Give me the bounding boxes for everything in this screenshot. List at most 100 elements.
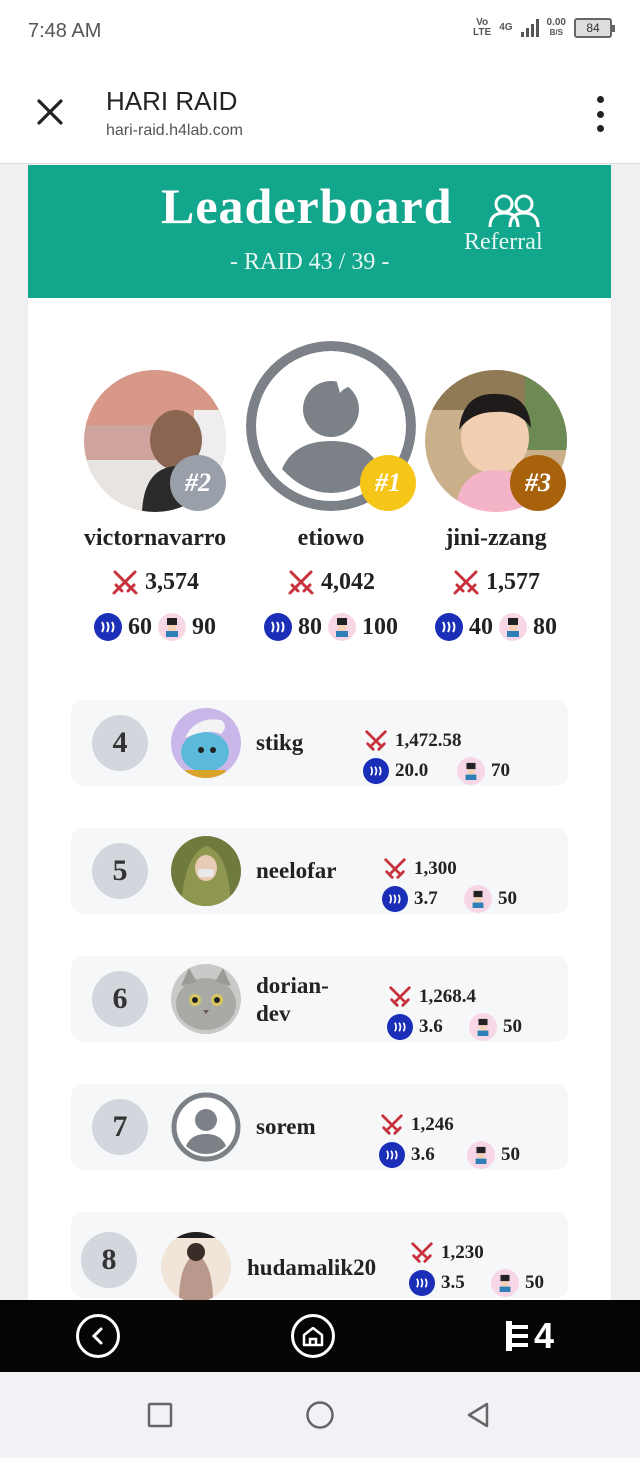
- h4-logo[interactable]: 4: [506, 1318, 554, 1354]
- avatar[interactable]: [171, 836, 241, 906]
- raid-subtitle: - RAID 43 / 39 -: [230, 249, 390, 275]
- podium-rewards: 80 100: [241, 613, 421, 641]
- volte-indicator: Vo LTE: [473, 18, 491, 38]
- status-time: 7:48 AM: [28, 20, 102, 42]
- row-rewards: 3.6 50: [387, 1013, 522, 1041]
- app-bottom-bar: 4: [0, 1300, 640, 1372]
- signal-icon: [520, 19, 539, 37]
- page-title: HARI RAID: [106, 86, 238, 116]
- browser-toolbar: HARI RAID hari-raid.h4lab.com: [0, 64, 640, 164]
- leaderboard-row[interactable]: 6 dorian- dev 1,268.4 3.6 50: [71, 956, 568, 1042]
- avatar[interactable]: [171, 708, 241, 778]
- leaderboard-banner: Leaderboard - RAID 43 / 39 - Referral: [28, 165, 611, 298]
- recent-apps-button[interactable]: [145, 1400, 175, 1430]
- volte-bottom: LTE: [473, 27, 492, 38]
- sword-icon: [112, 570, 138, 595]
- podium-name[interactable]: etiowo: [241, 525, 421, 552]
- referral-people-icon: [488, 194, 540, 228]
- podium-name[interactable]: victornavarro: [65, 525, 245, 552]
- pet-icon: [467, 1141, 495, 1169]
- podium-rewards: 40 80: [406, 613, 586, 641]
- sword-icon: [389, 986, 411, 1007]
- pet-icon: [491, 1269, 519, 1297]
- steem-value: 3.6: [411, 1144, 435, 1165]
- battery-icon: 84: [574, 18, 615, 38]
- web-content[interactable]: Leaderboard - RAID 43 / 39 - Referral #2…: [0, 165, 640, 1300]
- podium-score: 4,042: [241, 568, 421, 596]
- avatar[interactable]: [161, 1232, 231, 1300]
- steem-value: 40: [469, 613, 493, 640]
- recent-apps-icon: [147, 1402, 173, 1428]
- player-name[interactable]: hudamalik20: [247, 1254, 376, 1282]
- referral-label: Referral: [464, 229, 543, 255]
- score-value: 1,577: [486, 568, 540, 595]
- system-back-button[interactable]: [463, 1400, 493, 1430]
- avatar[interactable]: [171, 1092, 241, 1162]
- sword-icon: [288, 570, 314, 595]
- more-options-button[interactable]: [592, 96, 608, 132]
- system-back-icon: [467, 1402, 489, 1428]
- player-name-line1: dorian-: [256, 973, 329, 998]
- back-button[interactable]: [76, 1314, 120, 1358]
- pet-icon: [469, 1013, 497, 1041]
- sword-icon: [381, 1114, 403, 1135]
- page-url: hari-raid.h4lab.com: [106, 122, 243, 139]
- avatar[interactable]: [171, 964, 241, 1034]
- player-name[interactable]: dorian- dev: [256, 972, 329, 1028]
- player-name-line2: dev: [256, 1001, 291, 1026]
- screen: 7:48 AM Vo LTE 4G 0.00 B/S 84 HARI RAID …: [0, 0, 640, 1458]
- rank-number: 4: [92, 715, 148, 771]
- back-icon: [91, 1327, 103, 1345]
- player-name[interactable]: neelofar: [256, 857, 336, 885]
- sword-icon: [411, 1242, 433, 1263]
- player-name[interactable]: sorem: [256, 1113, 316, 1141]
- sword-icon: [365, 730, 387, 751]
- pet-value: 100: [362, 613, 398, 640]
- row-score: 1,268.4: [387, 984, 476, 1010]
- score-value: 1,300: [414, 858, 457, 879]
- h4-logo-text: 4: [534, 1315, 555, 1356]
- steem-value: 80: [298, 613, 322, 640]
- row-score: 1,230: [409, 1240, 484, 1266]
- steem-coin-icon: [264, 613, 292, 641]
- podium-name[interactable]: jini-zzang: [406, 525, 586, 552]
- row-score: 1,472.58: [363, 728, 462, 754]
- row-score: 1,300: [382, 856, 457, 882]
- podium-score: 3,574: [65, 568, 245, 596]
- steem-coin-icon: [387, 1014, 413, 1040]
- referral-link[interactable]: Referral: [464, 189, 564, 259]
- leaderboard-row[interactable]: 8 hudamalik20 1,230 3.5 50: [71, 1212, 568, 1300]
- system-home-button[interactable]: [305, 1400, 335, 1430]
- leaderboard-title: Leaderboard: [161, 178, 453, 234]
- leaderboard-row[interactable]: 7 sorem 1,246 3.6 50: [71, 1084, 568, 1170]
- system-home-icon: [306, 1401, 334, 1429]
- pet-value: 50: [503, 1016, 522, 1037]
- rank-badge: #3: [510, 455, 566, 511]
- net-speed-unit: B/S: [549, 28, 563, 37]
- pet-value: 90: [192, 613, 216, 640]
- row-rewards: 3.5 50: [409, 1269, 544, 1297]
- pet-value: 50: [501, 1144, 520, 1165]
- score-value: 1,246: [411, 1114, 454, 1135]
- status-indicators: Vo LTE 4G 0.00 B/S 84: [473, 18, 615, 38]
- sword-icon: [453, 570, 479, 595]
- rank-badge: #2: [170, 455, 226, 511]
- steem-coin-icon: [382, 886, 408, 912]
- row-score: 1,246: [379, 1112, 454, 1138]
- sword-icon: [384, 858, 406, 879]
- pet-icon: [328, 613, 356, 641]
- score-value: 1,230: [441, 1242, 484, 1263]
- pet-value: 70: [491, 760, 510, 781]
- home-button[interactable]: [291, 1314, 335, 1358]
- row-rewards: 3.7 50: [382, 885, 517, 913]
- more-vert-icon: [596, 96, 604, 103]
- close-button[interactable]: [30, 92, 70, 132]
- leaderboard-row[interactable]: 4 stikg 1,472.58 20.0 70: [71, 700, 568, 786]
- leaderboard-row[interactable]: 5 neelofar 1,300 3.7 50: [71, 828, 568, 914]
- player-name[interactable]: stikg: [256, 729, 303, 757]
- podium-rewards: 60 90: [65, 613, 245, 641]
- pet-value: 80: [533, 613, 557, 640]
- h4-logo-icon: [506, 1321, 528, 1351]
- row-rewards: 3.6 50: [379, 1141, 520, 1169]
- score-value: 4,042: [321, 568, 375, 595]
